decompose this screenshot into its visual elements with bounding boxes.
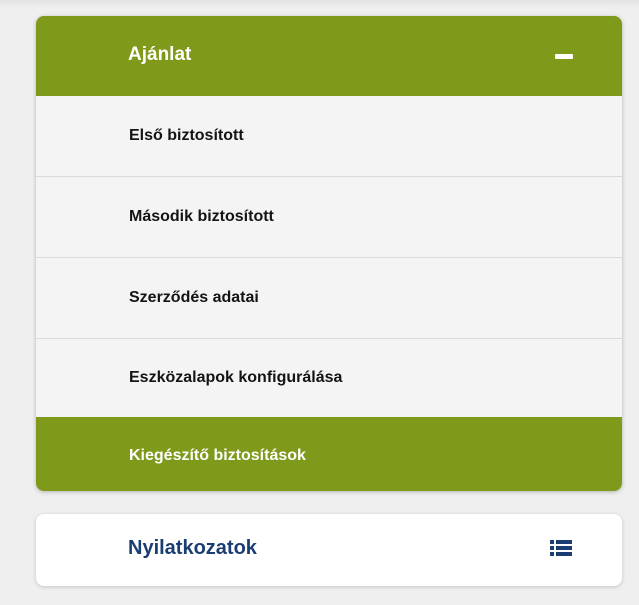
accordion-header[interactable]: Ajánlat — [36, 16, 622, 96]
menu-item-masodik-biztositott[interactable]: Második biztosított — [36, 177, 622, 258]
collapse-button[interactable] — [534, 36, 594, 76]
list-icon — [550, 540, 572, 556]
menu-item-elso-biztositott[interactable]: Első biztosított — [36, 96, 622, 177]
accordion-panel-ajanlat: Ajánlat Első biztosított Második biztosí… — [36, 16, 622, 491]
menu-item-szerzodes-adatai[interactable]: Szerződés adatai — [36, 258, 622, 339]
minus-icon — [555, 53, 573, 59]
accordion-menu-list: Első biztosított Második biztosított Sze… — [36, 96, 622, 491]
menu-item-kiegeszito-biztositasok[interactable]: Kiegészítő biztosítások — [36, 417, 622, 491]
top-shade — [0, 0, 639, 8]
card-title: Nyilatkozatok — [128, 536, 257, 559]
accordion-card-nyilatkozatok[interactable]: Nyilatkozatok — [36, 514, 622, 586]
accordion-title: Ajánlat — [128, 44, 192, 65]
menu-item-eszkozalapok[interactable]: Eszközalapok konfigurálása — [36, 339, 622, 417]
